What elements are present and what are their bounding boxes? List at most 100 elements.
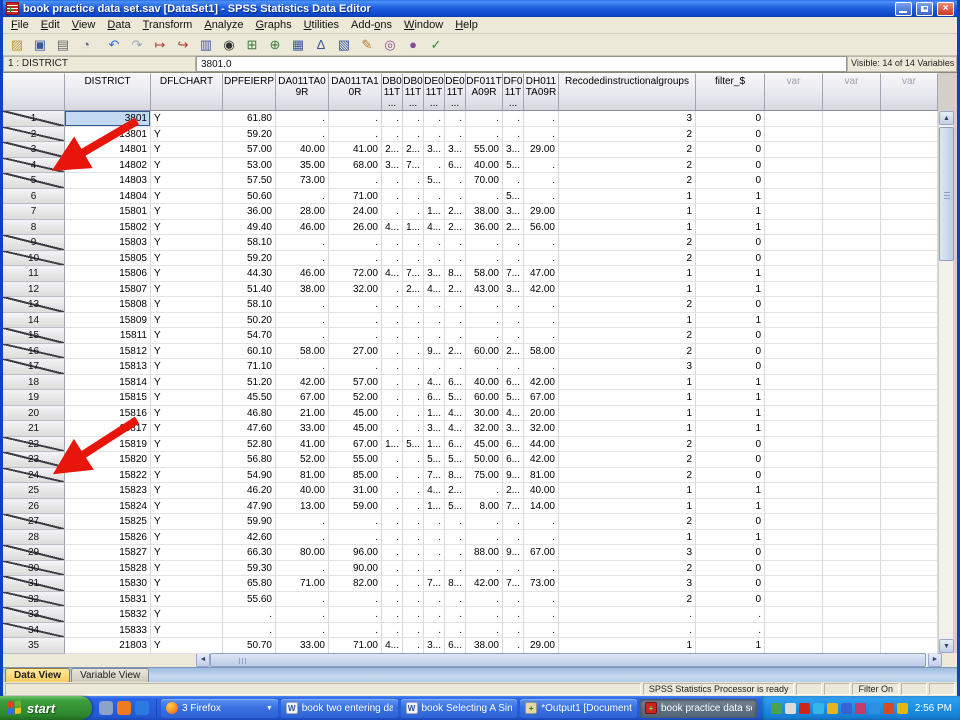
cell-r11-DISTRICT[interactable]: 15806 bbox=[65, 266, 151, 282]
cell-r7-DPFEIERP[interactable]: 36.00 bbox=[223, 204, 276, 220]
cell-r1-var-2[interactable] bbox=[823, 111, 881, 127]
cell-r5-DE011T-1[interactable]: 5... bbox=[424, 173, 445, 189]
cell-r1-DB011T-2[interactable]: . bbox=[403, 111, 424, 127]
cell-r24-DF011TA09R[interactable]: 75.00 bbox=[466, 468, 503, 484]
cell-r34-DFLCHART[interactable]: Y bbox=[151, 623, 223, 639]
cell-r8-DF011TA09R[interactable]: 36.00 bbox=[466, 220, 503, 236]
cell-r10-var-2[interactable] bbox=[823, 251, 881, 267]
cell-r18-DFLCHART[interactable]: Y bbox=[151, 375, 223, 391]
cell-r20-DF011TA09R[interactable]: 30.00 bbox=[466, 406, 503, 422]
cell-r17-DPFEIERP[interactable]: 71.10 bbox=[223, 359, 276, 375]
cell-r21-DF011TA09R[interactable]: 32.00 bbox=[466, 421, 503, 437]
cell-r29-DPFEIERP[interactable]: 66.30 bbox=[223, 545, 276, 561]
cell-r11-DF011TA09R[interactable]: 58.00 bbox=[466, 266, 503, 282]
cell-r30-DA011TA09R[interactable]: . bbox=[276, 561, 329, 577]
cell-r23-DA011TA10R[interactable]: 55.00 bbox=[329, 452, 382, 468]
cell-r14-DA011TA10R[interactable]: . bbox=[329, 313, 382, 329]
cell-r11-DB011T-2[interactable]: 7... bbox=[403, 266, 424, 282]
cell-r15-DB011T-2[interactable]: . bbox=[403, 328, 424, 344]
cell-r15-filter_$[interactable]: 0 bbox=[696, 328, 765, 344]
cell-r17-Recodedinstructionalgroups[interactable]: 3 bbox=[559, 359, 696, 375]
row-number-4[interactable]: 4 bbox=[3, 158, 65, 174]
cell-r23-DA011TA09R[interactable]: 52.00 bbox=[276, 452, 329, 468]
cell-r19-DF011TA09R[interactable]: 60.00 bbox=[466, 390, 503, 406]
cell-r14-DB011T-1[interactable]: . bbox=[382, 313, 403, 329]
cell-r35-DF011T[interactable]: . bbox=[503, 638, 524, 654]
cell-r31-DE011T-1[interactable]: 7... bbox=[424, 576, 445, 592]
cell-r29-var-1[interactable] bbox=[765, 545, 823, 561]
cell-r17-DB011T-2[interactable]: . bbox=[403, 359, 424, 375]
cell-r12-DA011TA09R[interactable]: 38.00 bbox=[276, 282, 329, 298]
cell-r34-DF011TA09R[interactable]: . bbox=[466, 623, 503, 639]
cell-r30-DPFEIERP[interactable]: 59.30 bbox=[223, 561, 276, 577]
save-file-button[interactable]: ▣ bbox=[29, 35, 51, 55]
column-header-DA011TA09R[interactable]: DA011TA09R bbox=[276, 73, 329, 111]
cell-r16-DF011TA09R[interactable]: 60.00 bbox=[466, 344, 503, 360]
cell-r4-DF011TA09R[interactable]: 40.00 bbox=[466, 158, 503, 174]
cell-r26-DF011T[interactable]: 7... bbox=[503, 499, 524, 515]
cell-r23-var-2[interactable] bbox=[823, 452, 881, 468]
cell-r15-DE011T-2[interactable]: . bbox=[445, 328, 466, 344]
cell-r5-DA011TA09R[interactable]: 73.00 bbox=[276, 173, 329, 189]
cell-r33-filter_$[interactable]: . bbox=[696, 607, 765, 623]
variables-button[interactable]: ▥ bbox=[195, 35, 217, 55]
cell-r32-DPFEIERP[interactable]: 55.60 bbox=[223, 592, 276, 608]
cell-r12-var-1[interactable] bbox=[765, 282, 823, 298]
cell-r34-var-3[interactable] bbox=[881, 623, 938, 639]
cell-r8-DE011T-1[interactable]: 4... bbox=[424, 220, 445, 236]
cell-r16-DH011TA09R[interactable]: 58.00 bbox=[524, 344, 559, 360]
cell-r23-var-3[interactable] bbox=[881, 452, 938, 468]
cell-r6-DPFEIERP[interactable]: 50.60 bbox=[223, 189, 276, 205]
cell-r4-DB011T-1[interactable]: 3... bbox=[382, 158, 403, 174]
select-cases-button[interactable]: ▧ bbox=[333, 35, 355, 55]
cell-r9-Recodedinstructionalgroups[interactable]: 2 bbox=[559, 235, 696, 251]
cell-r7-DF011T[interactable]: 3... bbox=[503, 204, 524, 220]
cell-r14-DF011T[interactable]: . bbox=[503, 313, 524, 329]
menu-edit[interactable]: Edit bbox=[35, 18, 66, 32]
cell-r7-DFLCHART[interactable]: Y bbox=[151, 204, 223, 220]
cell-r5-var-2[interactable] bbox=[823, 173, 881, 189]
cell-r35-DA011TA09R[interactable]: 33.00 bbox=[276, 638, 329, 654]
cell-r17-var-2[interactable] bbox=[823, 359, 881, 375]
cell-r28-DISTRICT[interactable]: 15826 bbox=[65, 530, 151, 546]
vertical-scroll-thumb[interactable] bbox=[939, 127, 954, 261]
cell-r4-var-3[interactable] bbox=[881, 158, 938, 174]
vertical-scroll-track[interactable] bbox=[939, 125, 953, 639]
cell-r15-DB011T-1[interactable]: . bbox=[382, 328, 403, 344]
cell-r7-DE011T-1[interactable]: 1... bbox=[424, 204, 445, 220]
tray-icon-8[interactable] bbox=[869, 703, 880, 714]
cell-r21-DISTRICT[interactable]: 15817 bbox=[65, 421, 151, 437]
cell-r6-var-2[interactable] bbox=[823, 189, 881, 205]
cell-r5-DPFEIERP[interactable]: 57.50 bbox=[223, 173, 276, 189]
cell-r19-DA011TA09R[interactable]: 67.00 bbox=[276, 390, 329, 406]
cell-r27-DB011T-1[interactable]: . bbox=[382, 514, 403, 530]
cell-r24-DF011T[interactable]: 9... bbox=[503, 468, 524, 484]
row-number-20[interactable]: 20 bbox=[3, 406, 65, 422]
cell-r6-DB011T-2[interactable]: . bbox=[403, 189, 424, 205]
row-number-8[interactable]: 8 bbox=[3, 220, 65, 236]
cell-r34-DE011T-1[interactable]: . bbox=[424, 623, 445, 639]
cell-r35-DF011TA09R[interactable]: 38.00 bbox=[466, 638, 503, 654]
cell-r21-Recodedinstructionalgroups[interactable]: 1 bbox=[559, 421, 696, 437]
cell-r21-DA011TA09R[interactable]: 33.00 bbox=[276, 421, 329, 437]
cell-r16-DB011T-1[interactable]: . bbox=[382, 344, 403, 360]
cell-r9-DE011T-1[interactable]: . bbox=[424, 235, 445, 251]
cell-r19-DA011TA10R[interactable]: 52.00 bbox=[329, 390, 382, 406]
cell-r25-var-2[interactable] bbox=[823, 483, 881, 499]
cell-r15-DH011TA09R[interactable]: . bbox=[524, 328, 559, 344]
cell-r9-var-3[interactable] bbox=[881, 235, 938, 251]
row-number-7[interactable]: 7 bbox=[3, 204, 65, 220]
cell-r29-DB011T-1[interactable]: . bbox=[382, 545, 403, 561]
cell-r14-DF011TA09R[interactable]: . bbox=[466, 313, 503, 329]
cell-r12-DA011TA10R[interactable]: 32.00 bbox=[329, 282, 382, 298]
cell-r11-DA011TA09R[interactable]: 46.00 bbox=[276, 266, 329, 282]
cell-r2-filter_$[interactable]: 0 bbox=[696, 127, 765, 143]
row-number-34[interactable]: 34 bbox=[3, 623, 65, 639]
cell-r3-DISTRICT[interactable]: 14801 bbox=[65, 142, 151, 158]
cell-r23-DISTRICT[interactable]: 15820 bbox=[65, 452, 151, 468]
cell-r35-DA011TA10R[interactable]: 71.00 bbox=[329, 638, 382, 654]
column-header-DISTRICT[interactable]: DISTRICT bbox=[65, 73, 151, 111]
cell-r13-var-1[interactable] bbox=[765, 297, 823, 313]
cell-r6-DA011TA10R[interactable]: 71.00 bbox=[329, 189, 382, 205]
cell-r15-var-3[interactable] bbox=[881, 328, 938, 344]
